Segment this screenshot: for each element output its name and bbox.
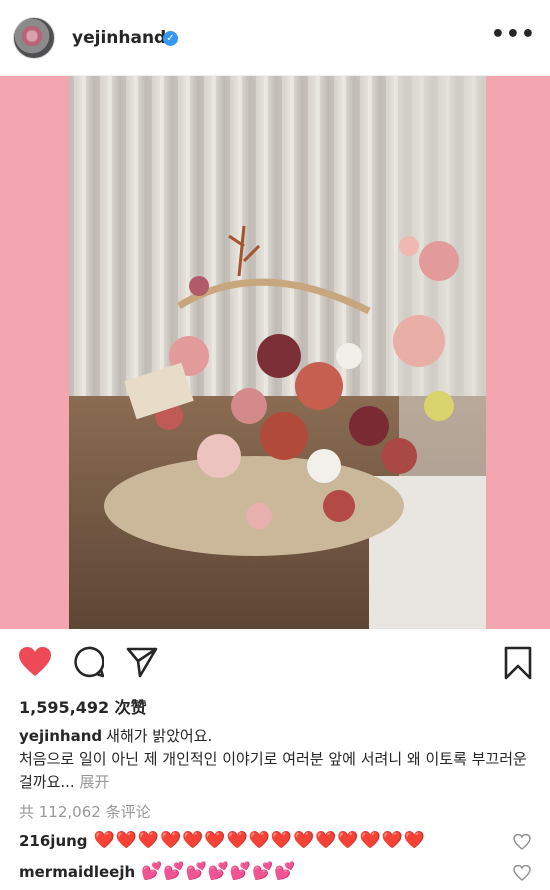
heart-icon[interactable] (18, 646, 52, 682)
caption-line-1: 새해가 밝았어요. (106, 727, 213, 745)
comment-like-heart-icon[interactable] (513, 864, 531, 885)
view-all-comments-link[interactable]: 共 112,062 条评论 (19, 801, 151, 822)
post-username[interactable]: yejinhand (72, 28, 166, 48)
verified-badge-icon: ✓ (163, 31, 178, 46)
comment-row: 216jung ❤️❤️❤️❤️❤️❤️❤️❤️❤️❤️❤️❤️❤️❤️❤️ (19, 830, 531, 856)
comment-like-heart-icon[interactable] (513, 833, 531, 854)
post-header: yejinhand ✓ ••• (0, 0, 550, 76)
comment-icon[interactable] (72, 646, 105, 682)
more-options-icon[interactable]: ••• (491, 24, 536, 46)
post-photo[interactable] (69, 76, 486, 629)
bookmark-icon[interactable] (504, 646, 532, 684)
post-caption: yejinhand 새해가 밝았어요. 처음으로 일이 아닌 제 개인적인 이야기… (19, 725, 534, 794)
comment-text: 💕💕💕💕💕💕💕 (141, 861, 297, 882)
comment-username[interactable]: 216jung (19, 832, 88, 850)
comment-username[interactable]: mermaidleejh (19, 863, 135, 881)
caption-username[interactable]: yejinhand (19, 727, 102, 745)
likes-count[interactable]: 1,595,492 次赞 (19, 694, 147, 718)
expand-caption-link[interactable]: 展开 (80, 773, 110, 791)
avatar[interactable] (13, 17, 55, 59)
comment-text: ❤️❤️❤️❤️❤️❤️❤️❤️❤️❤️❤️❤️❤️❤️❤️ (93, 830, 427, 851)
share-icon[interactable] (126, 646, 158, 682)
action-bar (0, 640, 550, 686)
comment-row: mermaidleejh 💕💕💕💕💕💕💕 (19, 861, 531, 887)
